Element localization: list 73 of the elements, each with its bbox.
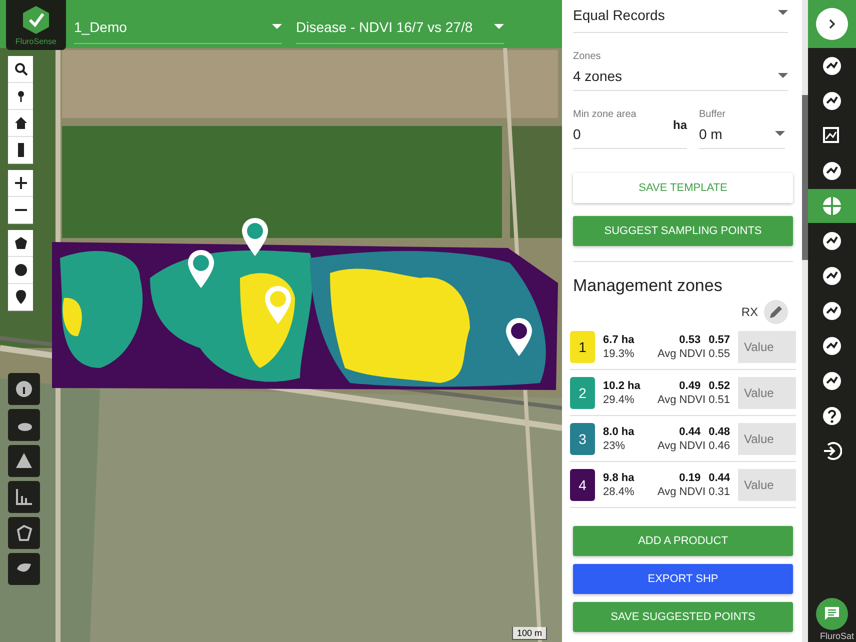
farm-select[interactable]: 1_Demo [74, 10, 282, 44]
zone-min: 0.49 [679, 380, 701, 392]
trend-icon [822, 266, 842, 286]
marker-icon[interactable] [8, 284, 33, 311]
zone-swatch: 1 [570, 330, 596, 362]
zones-icon [822, 196, 842, 216]
pencil-icon [768, 304, 784, 320]
zone-percent: 29.4% [603, 394, 636, 406]
zone-area: 8.0 ha [603, 426, 648, 438]
images-icon [822, 126, 842, 146]
chat-button[interactable] [816, 598, 848, 630]
zone-max: 0.44 [708, 472, 730, 484]
scale-bar: 100 m [512, 627, 548, 640]
zone-average: Avg NDVI 0.46 [657, 440, 730, 452]
logo-text: FluroSense [16, 36, 56, 46]
zone-swatch: 4 [570, 468, 596, 500]
zone-min: 0.53 [679, 334, 701, 346]
polygon-icon[interactable] [8, 517, 40, 549]
zone-average: Avg NDVI 0.31 [657, 486, 730, 498]
edit-button[interactable] [764, 300, 788, 324]
zone-patch [62, 298, 82, 336]
value-field[interactable]: Value [738, 330, 796, 362]
caret-icon [272, 24, 282, 29]
caret-icon [778, 10, 788, 14]
expand-button[interactable] [816, 8, 848, 40]
info-icon[interactable] [8, 373, 40, 405]
value-field[interactable]: Value [738, 468, 796, 500]
value-field[interactable]: Value [738, 422, 796, 454]
scrollbar-thumb[interactable] [802, 95, 808, 260]
zone-percent: 23% [603, 440, 626, 452]
layer-select[interactable]: Disease - NDVI 16/7 vs 27/8 [296, 10, 504, 44]
zone-max: 0.52 [708, 380, 730, 392]
rx-label: RX [741, 305, 758, 319]
method-select[interactable]: Equal Records [573, 4, 788, 33]
zone-max: 0.48 [708, 426, 730, 438]
zone-swatch: 2 [570, 376, 596, 408]
caret-icon [775, 131, 785, 136]
save-template-button[interactable]: SAVE TEMPLATE [573, 173, 793, 203]
chart-icon[interactable] [8, 481, 40, 513]
pin-icon[interactable] [8, 83, 33, 110]
value-field[interactable]: Value [738, 376, 796, 408]
zone-swatch: 3 [570, 422, 596, 454]
export-button[interactable]: EXPORT SHP [573, 564, 793, 594]
chat-icon [824, 606, 840, 622]
logo-icon [21, 4, 51, 34]
zoom-out-icon[interactable] [8, 197, 33, 224]
buffer-select[interactable]: Buffer 0 m [699, 109, 785, 149]
search-icon[interactable] [8, 56, 33, 83]
logout-icon [822, 441, 842, 461]
caret-icon [494, 24, 504, 29]
zone-max: 0.57 [708, 334, 730, 346]
min-area-field[interactable]: Min zone area 0 ha [573, 109, 687, 149]
zone-min: 0.19 [679, 472, 701, 484]
zone-average: Avg NDVI 0.51 [657, 394, 730, 406]
add-product-button[interactable]: ADD A PRODUCT [573, 526, 793, 556]
zones-select[interactable]: Zones 4 zones [573, 51, 788, 91]
zoom-in-icon[interactable] [8, 170, 33, 197]
zone-average: Avg NDVI 0.55 [657, 348, 730, 360]
zone-area: 9.8 ha [603, 472, 648, 484]
zone-percent: 19.3% [603, 348, 636, 360]
section-title: Management zones [573, 276, 724, 296]
suggest-points-button[interactable]: SUGGEST SAMPLING POINTS [573, 216, 793, 246]
zone-area: 6.7 ha [603, 334, 648, 346]
zone-area: 10.2 ha [603, 380, 648, 392]
save-points-button[interactable]: SAVE SUGGESTED POINTS [573, 602, 793, 632]
zone-percent: 28.4% [603, 486, 636, 498]
zone-min: 0.44 [679, 426, 701, 438]
warning-icon[interactable] [8, 445, 40, 477]
leaf-icon[interactable] [8, 553, 40, 585]
caret-icon [778, 73, 788, 78]
home-icon[interactable] [8, 110, 33, 137]
attribution-text: FluroSat [820, 631, 854, 641]
help-icon [822, 406, 842, 426]
